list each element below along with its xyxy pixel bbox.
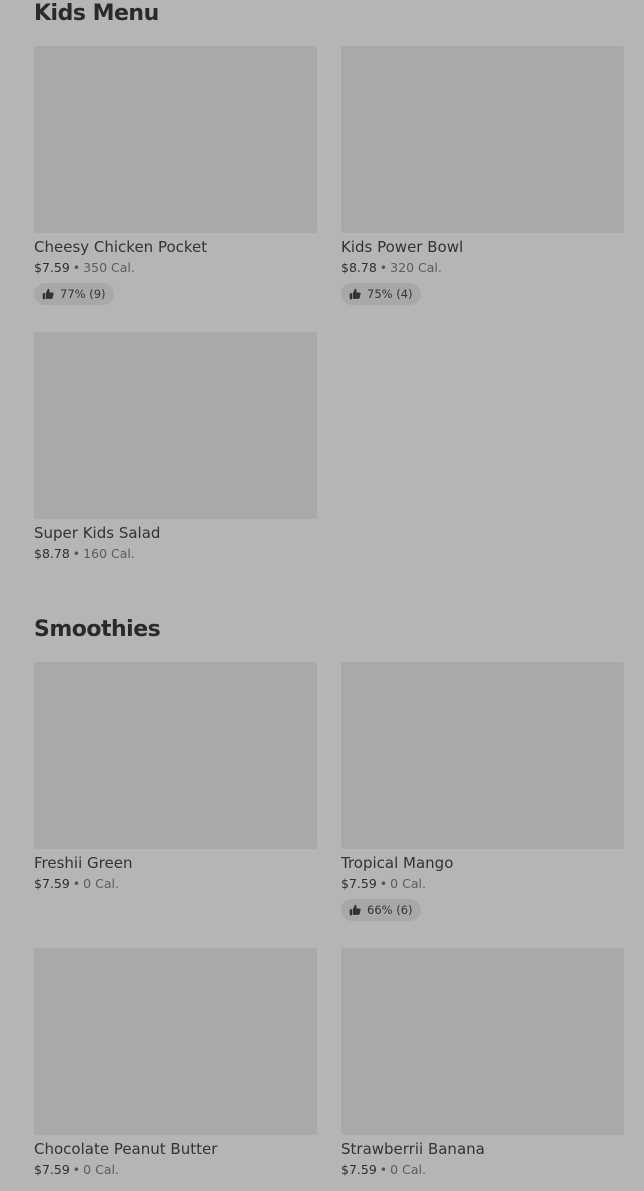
item-meta: $7.59 • 0 Cal. <box>341 875 624 893</box>
separator: • <box>72 876 81 891</box>
section-title: Smoothies <box>34 617 161 642</box>
item-image[interactable] <box>34 332 317 519</box>
thumbs-up-icon <box>349 288 361 300</box>
item-calories: 350 Cal. <box>83 260 135 275</box>
item-meta: $7.59 • 0 Cal. <box>34 1161 317 1179</box>
item-image[interactable] <box>341 948 624 1135</box>
rating-value: 75% (4) <box>367 287 413 301</box>
item-image[interactable] <box>341 46 624 233</box>
rating-badge: 77% (9) <box>34 283 114 305</box>
menu-item-card[interactable]: Cheesy Chicken Pocket $7.59 • 350 Cal. 77%… <box>34 46 317 305</box>
item-meta: $8.78 • 320 Cal. <box>341 259 624 277</box>
item-price: $8.78 <box>34 546 70 561</box>
separator: • <box>72 546 81 561</box>
rating-badge: 66% (6) <box>341 899 421 921</box>
item-calories: 320 Cal. <box>390 260 442 275</box>
section-title: Kids Menu <box>34 1 159 26</box>
thumbs-up-icon <box>42 288 54 300</box>
item-name: Super Kids Salad <box>34 524 161 542</box>
item-price: $7.59 <box>34 260 70 275</box>
item-name: Cheesy Chicken Pocket <box>34 238 208 256</box>
section-kids-menu: Kids Menu Cheesy Chicken Pocket $7.59 • 35… <box>34 0 624 561</box>
item-meta: $7.59 • 350 Cal. <box>34 259 317 277</box>
item-calories: 0 Cal. <box>83 1162 119 1177</box>
menu-item-card[interactable]: Super Kids Salad $8.78 • 160 Cal. <box>34 332 317 563</box>
item-price: $8.78 <box>341 260 377 275</box>
thumbs-up-icon <box>349 904 361 916</box>
menu-item-card[interactable]: Chocolate Peanut Butter $7.59 • 0 Cal. <box>34 948 317 1179</box>
menu-item-card[interactable]: Tropical Mango $7.59 • 0 Cal. 66% (6) <box>341 662 624 921</box>
separator: • <box>72 1162 81 1177</box>
item-price: $7.59 <box>341 876 377 891</box>
menu-item-card[interactable]: Kids Power Bowl $8.78 • 320 Cal. 75% (4) <box>341 46 624 305</box>
item-calories: 160 Cal. <box>83 546 135 561</box>
item-price: $7.59 <box>341 1162 377 1177</box>
item-name: Kids Power Bowl <box>341 238 464 256</box>
item-image[interactable] <box>34 46 317 233</box>
rating-badge: 75% (4) <box>341 283 421 305</box>
section-smoothies: Smoothies Freshii Green $7.59 • 0 Cal. Tro… <box>34 616 624 1177</box>
item-calories: 0 Cal. <box>390 1162 426 1177</box>
menu-item-card[interactable]: Freshii Green $7.59 • 0 Cal. <box>34 662 317 893</box>
item-meta: $8.78 • 160 Cal. <box>34 545 317 563</box>
item-name: Tropical Mango <box>341 854 454 872</box>
separator: • <box>379 260 388 275</box>
rating-value: 77% (9) <box>60 287 106 301</box>
item-image[interactable] <box>34 662 317 849</box>
item-price: $7.59 <box>34 876 70 891</box>
item-image[interactable] <box>34 948 317 1135</box>
separator: • <box>72 260 81 275</box>
rating-value: 66% (6) <box>367 903 413 917</box>
separator: • <box>379 1162 388 1177</box>
item-calories: 0 Cal. <box>390 876 426 891</box>
item-meta: $7.59 • 0 Cal. <box>341 1161 624 1179</box>
separator: • <box>379 876 388 891</box>
item-name: Strawberrii Banana <box>341 1140 485 1158</box>
item-calories: 0 Cal. <box>83 876 119 891</box>
item-meta: $7.59 • 0 Cal. <box>34 875 317 893</box>
item-image[interactable] <box>341 662 624 849</box>
item-name: Chocolate Peanut Butter <box>34 1140 218 1158</box>
menu-item-card[interactable]: Strawberrii Banana $7.59 • 0 Cal. <box>341 948 624 1179</box>
item-name: Freshii Green <box>34 854 133 872</box>
item-price: $7.59 <box>34 1162 70 1177</box>
